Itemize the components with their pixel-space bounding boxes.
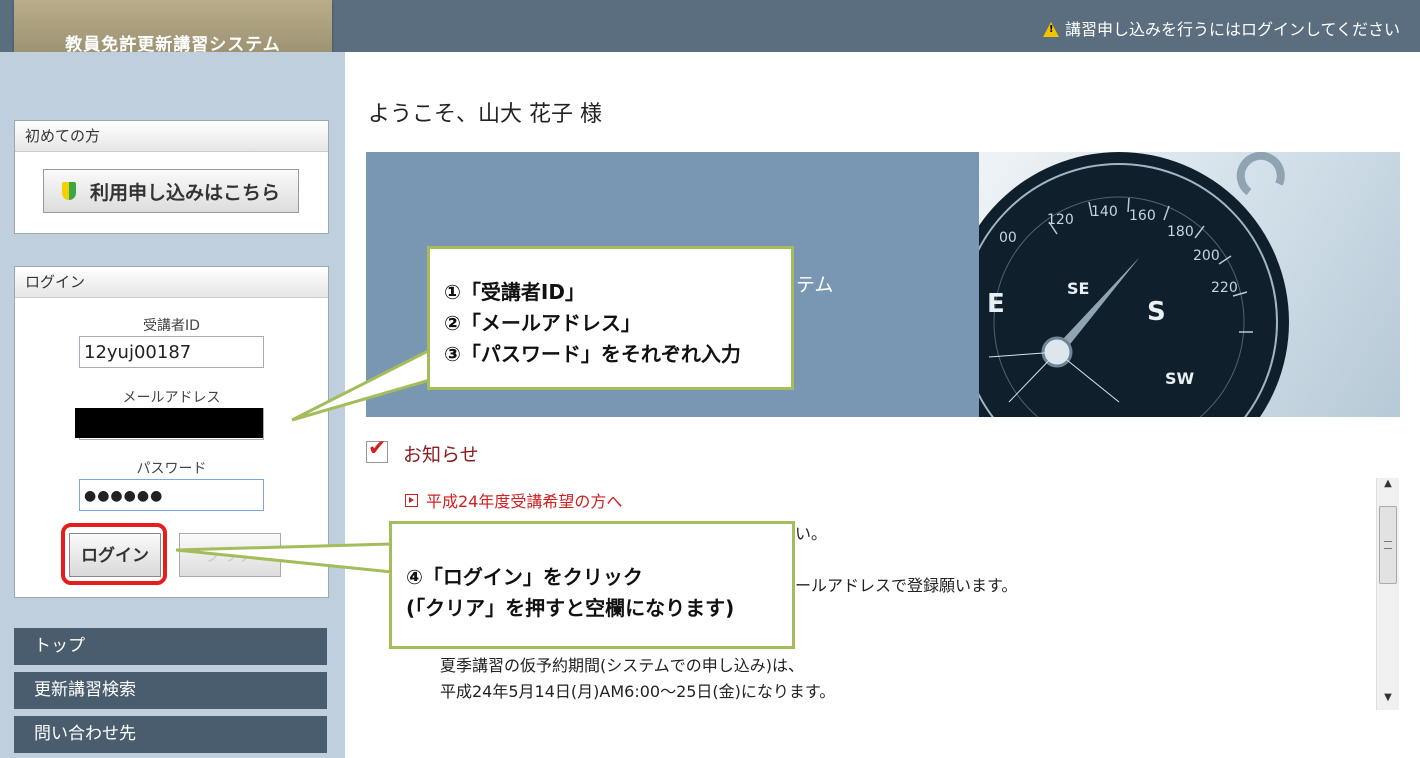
instruction-callout-inputs: ①「受講者ID」 ②「メールアドレス」 ③「パスワード」をそれぞれ入力 bbox=[427, 246, 794, 390]
callout-line: ③「パスワード」をそれぞれ入力 bbox=[444, 342, 741, 366]
callout-line: ④「ログイン」をクリック bbox=[406, 565, 643, 589]
callout-line: ①「受講者ID」 bbox=[444, 280, 585, 304]
instruction-callout-login: ④「ログイン」をクリック (「クリア」を押すと空欄になります) bbox=[389, 521, 795, 649]
callout-line: ②「メールアドレス」 bbox=[444, 311, 641, 335]
callout-line: (「クリア」を押すと空欄になります) bbox=[406, 596, 735, 620]
